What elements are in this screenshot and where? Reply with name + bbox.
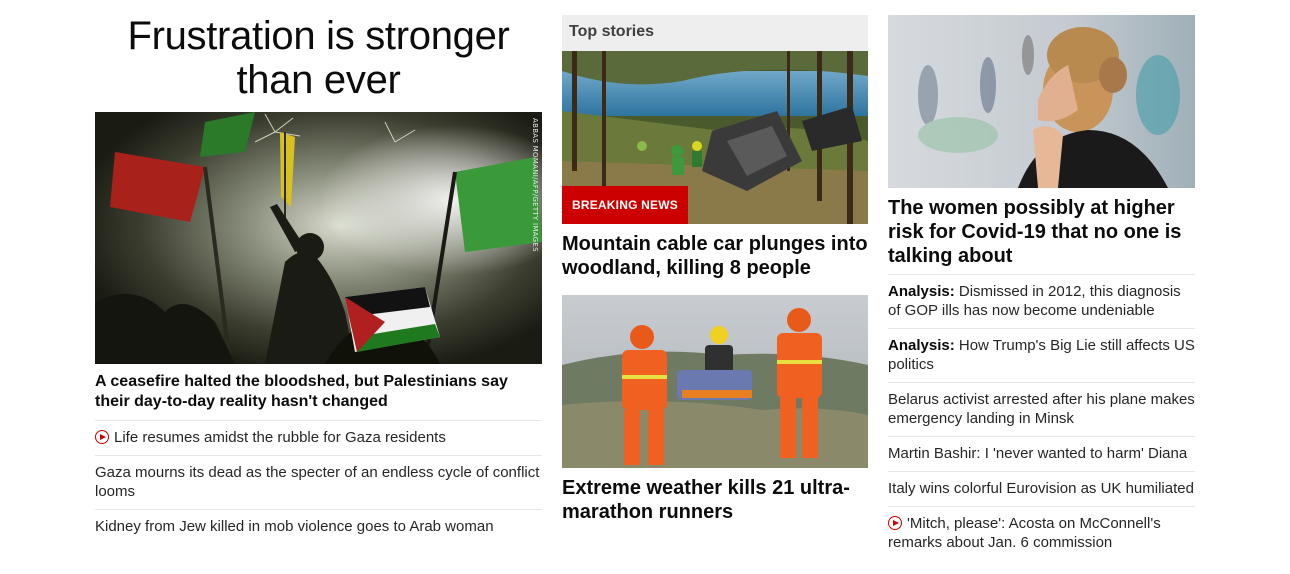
ultramarathon-headline[interactable]: Extreme weather kills 21 ultra-marathon … [562, 476, 868, 524]
story-link[interactable]: 'Mitch, please': Acosta on McConnell's r… [888, 515, 1161, 551]
story-link[interactable]: Belarus activist arrested after his plan… [888, 391, 1195, 427]
analysis-label: Analysis: [888, 283, 955, 300]
ultramarathon-image[interactable] [562, 295, 868, 468]
list-item[interactable]: Belarus activist arrested after his plan… [888, 383, 1195, 437]
list-item[interactable]: Gaza mourns its dead as the specter of a… [95, 456, 542, 510]
list-item[interactable]: 'Mitch, please': Acosta on McConnell's r… [888, 507, 1195, 560]
list-item[interactable]: Analysis: Dismissed in 2012, this diagno… [888, 275, 1195, 329]
ultramarathon-photo [562, 295, 868, 468]
lead-story-headline[interactable]: A ceasefire halted the bloodshed, but Pa… [95, 372, 542, 421]
story-link[interactable]: Kidney from Jew killed in mob violence g… [95, 518, 494, 535]
list-item[interactable]: Life resumes amidst the rubble for Gaza … [95, 421, 542, 456]
secondary-stories-column: The women possibly at higher risk for Co… [888, 0, 1195, 560]
covid-women-image[interactable] [888, 15, 1195, 188]
lead-story-title[interactable]: Frustration is stronger than ever [95, 14, 542, 102]
lead-story-photo [95, 112, 542, 364]
list-item[interactable]: Martin Bashir: I 'never wanted to harm' … [888, 437, 1195, 472]
section-header-top-stories: Top stories [562, 15, 868, 51]
analysis-label: Analysis: [888, 337, 955, 354]
story-link[interactable]: Martin Bashir: I 'never wanted to harm' … [888, 445, 1187, 462]
covid-women-headline[interactable]: The women possibly at higher risk for Co… [888, 196, 1195, 275]
list-item[interactable]: Italy wins colorful Eurovision as UK hum… [888, 472, 1195, 507]
play-circle-icon [95, 430, 109, 444]
image-credit: ABBAS MOMANI/AFP/GETTY IMAGES [531, 118, 539, 252]
top-stories-column: Top stories BREAKING NEWS Mountain cable… [562, 0, 868, 524]
list-item[interactable]: Kidney from Jew killed in mob violence g… [95, 510, 542, 544]
play-circle-icon [888, 516, 902, 530]
list-item[interactable]: Analysis: How Trump's Big Lie still affe… [888, 329, 1195, 383]
story-link[interactable]: Italy wins colorful Eurovision as UK hum… [888, 480, 1194, 497]
cable-car-headline[interactable]: Mountain cable car plunges into woodland… [562, 232, 868, 280]
lead-related-stories: Life resumes amidst the rubble for Gaza … [95, 421, 542, 544]
story-link[interactable]: Gaza mourns its dead as the specter of a… [95, 464, 539, 500]
breaking-news-badge: BREAKING NEWS [562, 186, 688, 224]
secondary-stories-list: Analysis: Dismissed in 2012, this diagno… [888, 275, 1195, 560]
lead-story-column: Frustration is stronger than ever ABBAS … [95, 0, 542, 544]
lead-story-image[interactable]: ABBAS MOMANI/AFP/GETTY IMAGES [95, 112, 542, 364]
cable-car-image[interactable]: BREAKING NEWS [562, 51, 868, 224]
story-link[interactable]: Life resumes amidst the rubble for Gaza … [114, 429, 446, 446]
covid-women-photo [888, 15, 1195, 188]
